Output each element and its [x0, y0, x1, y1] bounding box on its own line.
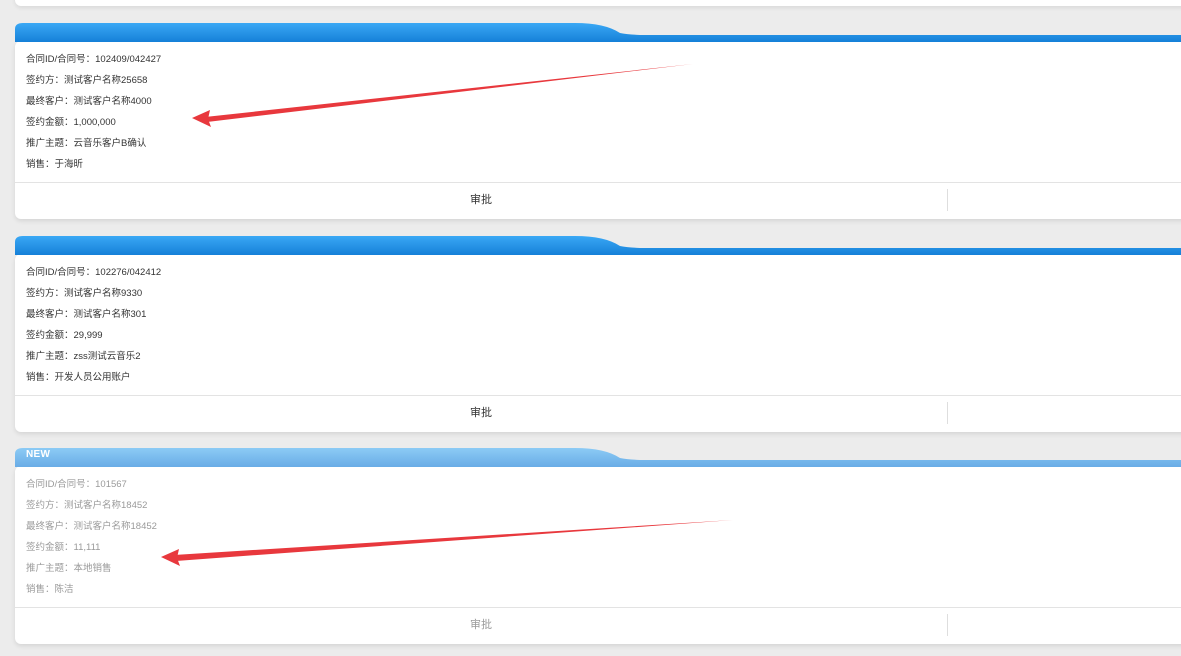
final-customer: 最终客户：测试客户名称18452 [26, 521, 157, 532]
promotion-theme: 推广主题：本地销售 [26, 563, 112, 574]
card-header-band [15, 234, 1181, 255]
contract-amount: 签约金额：29,999 [26, 330, 103, 341]
contract-card-new: NEW 合同ID/合同号：101567 签约方：测试客户名称18452 最终客户… [15, 448, 1181, 644]
card-footer: 审批 [15, 182, 1181, 219]
contract-id: 合同ID/合同号：101567 [26, 479, 127, 490]
approve-button[interactable]: 审批 [15, 608, 947, 644]
promotion-theme: 推广主题：云音乐客户B确认 [26, 138, 147, 149]
final-customer: 最终客户：测试客户名称4000 [26, 96, 152, 107]
contract-id: 合同ID/合同号：102409/042427 [26, 54, 162, 65]
card-header-band [15, 446, 1181, 467]
footer-divider [947, 614, 948, 636]
salesperson: 销售：于海昕 [26, 159, 84, 170]
card-footer: 审批 [15, 395, 1181, 432]
footer-divider [947, 189, 948, 211]
salesperson: 销售：陈洁 [26, 584, 74, 595]
contract-card: 合同ID/合同号：102276/042412 签约方：测试客户名称9330 最终… [15, 236, 1181, 432]
signing-party: 签约方：测试客户名称25658 [26, 75, 148, 86]
signing-party: 签约方：测试客户名称9330 [26, 288, 143, 299]
contract-id: 合同ID/合同号：102276/042412 [26, 267, 162, 278]
card-footer: 审批 [15, 607, 1181, 644]
approve-button[interactable]: 审批 [15, 183, 947, 219]
approve-button[interactable]: 审批 [15, 396, 947, 432]
previous-card-bottom [15, 0, 1181, 6]
new-badge: NEW [26, 449, 51, 460]
contract-amount: 签约金额：11,111 [26, 542, 101, 553]
promotion-theme: 推广主题：zss测试云音乐2 [26, 351, 141, 362]
signing-party: 签约方：测试客户名称18452 [26, 500, 148, 511]
contract-amount: 签约金额：1,000,000 [26, 117, 116, 128]
footer-divider [947, 402, 948, 424]
final-customer: 最终客户：测试客户名称301 [26, 309, 147, 320]
contract-card: 合同ID/合同号：102409/042427 签约方：测试客户名称25658 最… [15, 23, 1181, 219]
salesperson: 销售：开发人员公用账户 [26, 372, 131, 383]
card-header-band [15, 21, 1181, 42]
